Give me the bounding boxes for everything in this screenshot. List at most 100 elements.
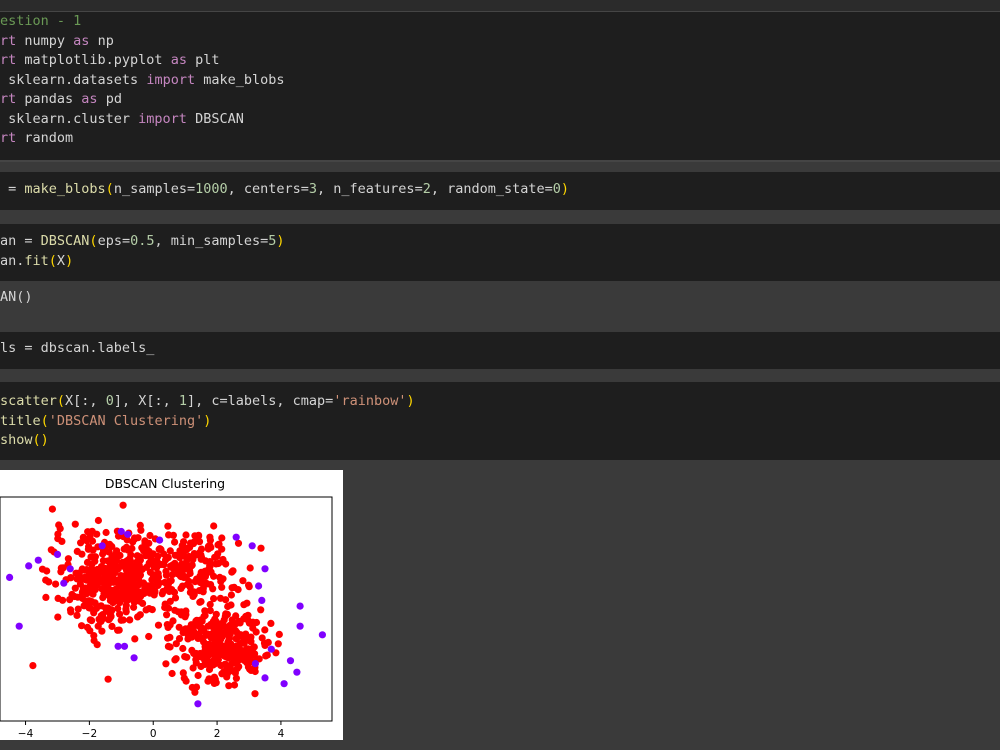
- noise-point: [258, 596, 266, 604]
- noise-point: [286, 657, 295, 665]
- code-token: as: [81, 91, 106, 107]
- cluster-point: [222, 560, 230, 568]
- cluster-point: [267, 619, 275, 627]
- cluster-point: [98, 627, 106, 635]
- noise-point: [15, 622, 23, 630]
- cluster-point: [116, 551, 124, 560]
- code-cell-labels[interactable]: ls = dbscan.labels_: [0, 332, 1000, 369]
- code-line: show(): [0, 431, 49, 450]
- cluster-point: [42, 576, 50, 584]
- noise-point: [98, 542, 106, 550]
- noise-point: [25, 562, 33, 570]
- cluster-point: [227, 666, 235, 674]
- data-points: [6, 501, 326, 708]
- code-token: rt: [0, 52, 25, 68]
- noise-point: [53, 550, 62, 558]
- cluster-point: [251, 650, 259, 658]
- code-line: rt matplotlib.pyplot as plt: [0, 51, 219, 70]
- cluster-point: [141, 537, 149, 545]
- chart-title: DBSCAN Clustering: [105, 476, 225, 491]
- cluster-point: [114, 626, 122, 634]
- code-token: sklearn.cluster: [0, 110, 139, 127]
- cluster-point: [64, 555, 72, 563]
- cluster-point: [66, 596, 74, 604]
- cluster-point: [144, 548, 152, 556]
- x-tick-label: −2: [82, 728, 97, 740]
- code-token: , centers=: [227, 181, 309, 197]
- cluster-point: [78, 550, 86, 558]
- cluster-point: [186, 588, 194, 596]
- noise-point: [296, 622, 304, 630]
- noise-point: [280, 680, 288, 688]
- noise-point: [130, 654, 138, 662]
- code-token: 0.5: [130, 233, 155, 249]
- cluster-point: [242, 612, 250, 621]
- cluster-point: [154, 621, 163, 629]
- cluster-point: [182, 677, 190, 685]
- cluster-point: [197, 653, 205, 661]
- code-token: eps=: [97, 233, 131, 249]
- code-cell-make-blobs[interactable]: = make_blobs(n_samples=1000, centers=3, …: [0, 172, 1000, 210]
- code-token: (: [56, 393, 66, 409]
- cluster-point: [125, 557, 133, 565]
- noise-point: [117, 527, 125, 536]
- noise-point: [124, 530, 132, 538]
- cluster-point: [52, 580, 60, 588]
- cluster-point: [182, 559, 190, 567]
- cluster-point: [209, 585, 217, 593]
- cluster-point: [216, 594, 225, 602]
- cluster-point: [112, 565, 120, 573]
- cluster-point: [161, 603, 169, 612]
- cluster-point: [173, 570, 181, 578]
- cluster-point: [247, 637, 255, 645]
- cluster-point: [219, 575, 227, 583]
- cluster-point: [131, 635, 139, 643]
- cluster-point: [86, 598, 94, 606]
- cluster-point: [78, 622, 86, 630]
- cluster-point: [77, 539, 85, 547]
- code-token: (: [105, 181, 114, 197]
- cluster-point: [188, 683, 196, 692]
- cluster-point: [245, 583, 253, 591]
- cluster-point: [90, 632, 98, 640]
- cluster-point: [142, 606, 150, 614]
- cluster-point: [42, 593, 50, 601]
- cluster-point: [221, 612, 229, 620]
- cluster-point: [126, 616, 134, 624]
- x-tick-label: 0: [150, 728, 157, 740]
- noise-point: [66, 565, 74, 573]
- code-token: 'rainbow': [333, 393, 407, 409]
- cluster-point: [137, 526, 145, 534]
- cluster-point: [48, 505, 57, 513]
- noise-point: [261, 674, 269, 682]
- cluster-point: [244, 663, 252, 671]
- cluster-point: [38, 565, 47, 573]
- code-token: as: [170, 52, 196, 68]
- code-token: 3: [308, 181, 318, 197]
- cluster-point: [201, 567, 209, 575]
- code-cell-imports[interactable]: estion - 1 rt numpy as np rt matplotlib.py…: [0, 12, 1000, 160]
- code-token: 'DBSCAN Clustering': [48, 412, 204, 429]
- cluster-point: [182, 531, 190, 539]
- cluster-point: [73, 611, 81, 619]
- cluster-point: [252, 618, 261, 627]
- cluster-point: [171, 538, 179, 546]
- x-axis: −4 −2 0 2 4: [18, 721, 285, 740]
- cluster-point: [155, 579, 163, 587]
- code-cell-plot[interactable]: scatter(X[:, 0], X[:, 1], c=labels, cmap…: [0, 382, 1000, 460]
- code-token: rt: [0, 130, 25, 146]
- plot-output: DBSCAN Clustering −4 −2 0 2 4: [0, 470, 343, 740]
- cluster-point: [170, 588, 179, 596]
- cluster-point: [122, 608, 130, 616]
- code-token: fit: [24, 252, 49, 269]
- cluster-point: [163, 611, 171, 619]
- code-line: rt numpy as np: [0, 32, 114, 51]
- code-line: rt pandas as pd: [0, 90, 122, 109]
- cluster-point: [97, 612, 105, 620]
- cluster-point: [225, 628, 233, 636]
- code-cell-dbscan-fit[interactable]: an = DBSCAN(eps=0.5, min_samples=5) an.fi…: [0, 224, 1000, 281]
- cluster-point: [264, 638, 272, 646]
- code-token: matplotlib.pyplot: [24, 52, 171, 68]
- code-token: random: [24, 130, 74, 146]
- cluster-point: [257, 544, 265, 552]
